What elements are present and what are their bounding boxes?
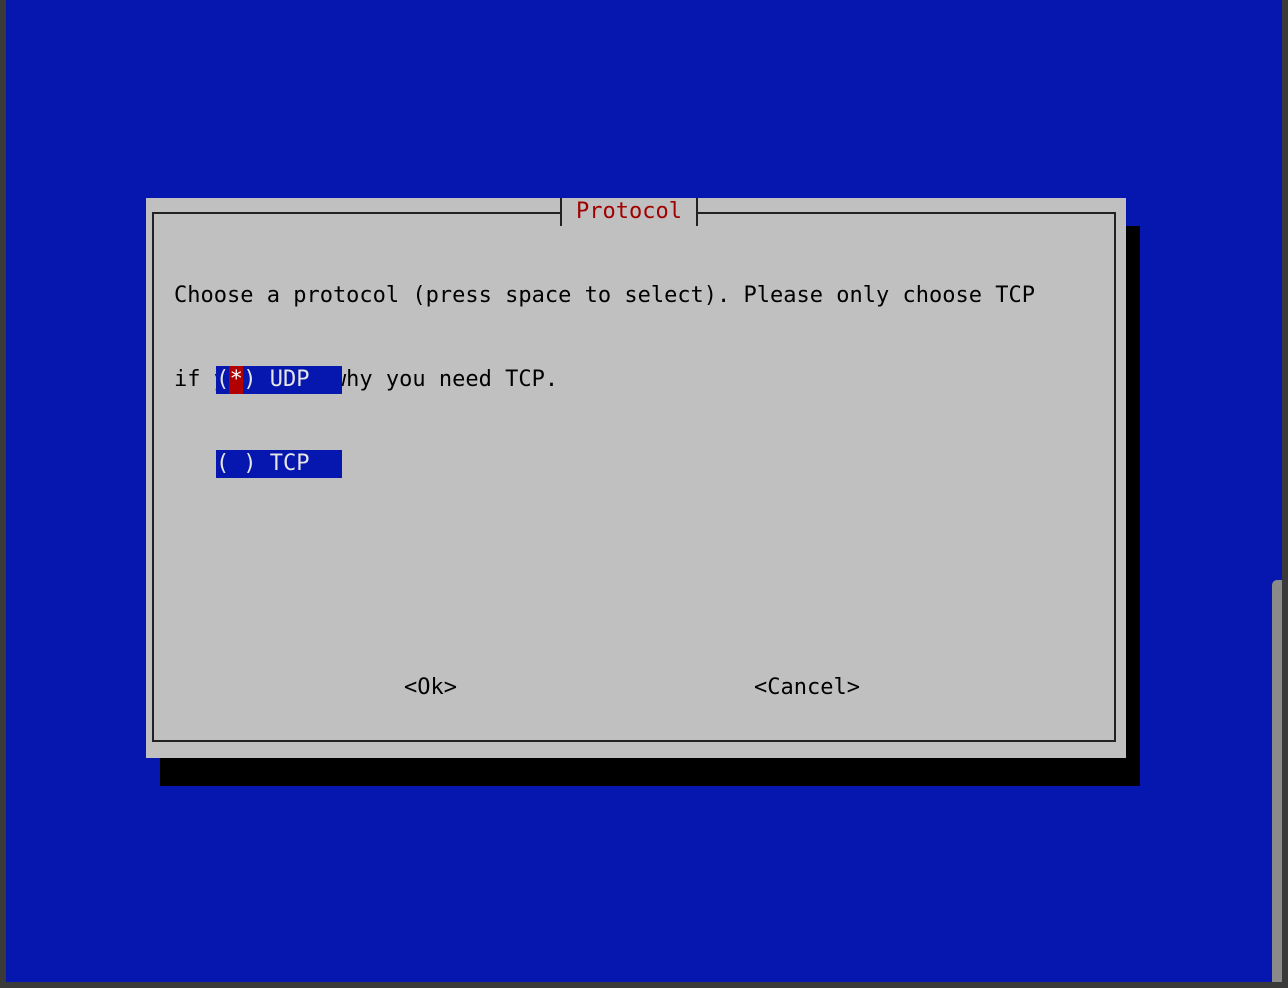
radio-label-udp: UDP (256, 367, 310, 392)
scrollbar-thumb[interactable] (1272, 580, 1282, 982)
cancel-button[interactable]: <Cancel> (754, 674, 860, 702)
radio-close-paren: ) (243, 451, 257, 476)
protocol-dialog: Protocol Choose a protocol (press space … (146, 198, 1126, 758)
ok-button[interactable]: <Ok> (404, 674, 457, 702)
terminal-screen: Protocol Choose a protocol (press space … (6, 0, 1282, 982)
radio-open-paren: ( (216, 451, 230, 476)
radio-close-paren: ) (243, 367, 257, 392)
prompt-line-1: Choose a protocol (press space to select… (174, 283, 1035, 308)
radio-label-tcp: TCP (256, 451, 310, 476)
radio-unselected-mark (229, 450, 243, 478)
radio-option-tcp[interactable]: ( ) TCP (216, 450, 342, 478)
radio-option-udp[interactable]: (*) UDP (216, 366, 342, 394)
dialog-title: Protocol (560, 198, 698, 226)
protocol-radio-list: (*) UDP ( ) TCP (216, 310, 342, 534)
dialog-title-row: Protocol (146, 198, 1126, 226)
radio-selected-mark: * (229, 366, 244, 394)
radio-open-paren: ( (216, 367, 230, 392)
